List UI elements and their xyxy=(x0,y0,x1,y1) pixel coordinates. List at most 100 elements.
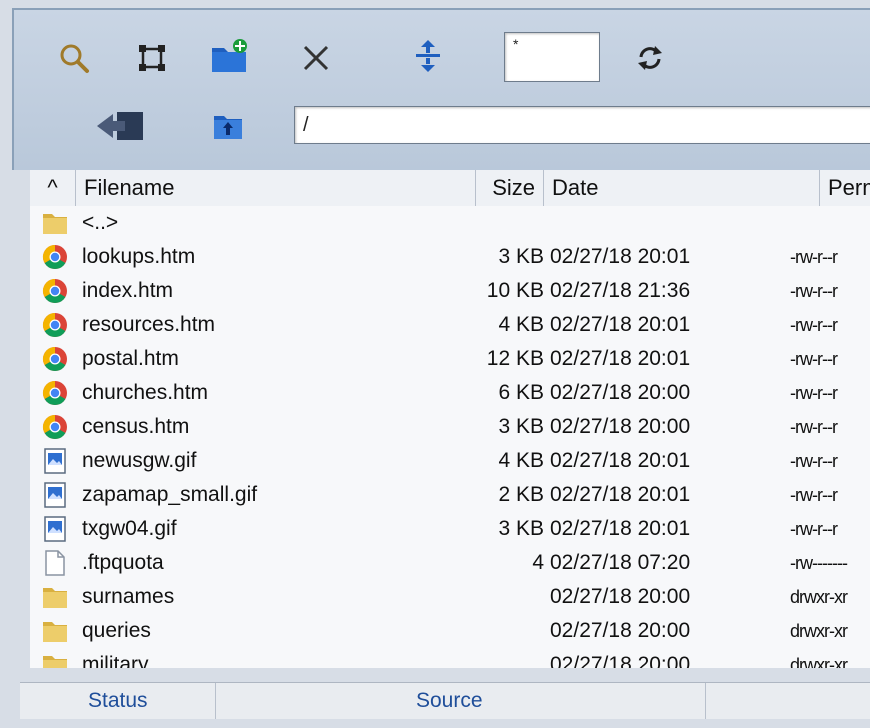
file-name: index.htm xyxy=(82,279,174,302)
file-name: census.htm xyxy=(82,415,190,438)
file-name: churches.htm xyxy=(82,381,209,404)
disconnect-icon xyxy=(97,112,143,140)
file-permissions: -rw-r--r xyxy=(790,451,838,471)
remote-path-input[interactable] xyxy=(294,106,870,144)
column-header-date[interactable]: Date xyxy=(544,170,820,206)
file-row[interactable]: zapamap_small.gif 2 KB 02/27/18 20:01 -rw-r… xyxy=(30,478,870,512)
file-permissions: drwxr-xr xyxy=(790,621,848,641)
refresh-button[interactable] xyxy=(630,38,670,78)
transfer-button[interactable] xyxy=(408,36,448,76)
folder-icon xyxy=(40,580,70,614)
file-size: 3 KB xyxy=(498,245,544,268)
delete-button[interactable] xyxy=(296,38,336,78)
file-size: 4 KB xyxy=(498,449,544,472)
file-permissions: -rw-r--r xyxy=(790,519,838,539)
image-file-icon xyxy=(40,444,70,478)
source-tab[interactable]: Source xyxy=(216,683,706,719)
file-name: lookups.htm xyxy=(82,245,196,268)
file-row[interactable]: <..> xyxy=(30,206,870,240)
file-list[interactable]: <..> lookups.htm 3 KB 02/27/18 20:01 -rw-r--… xyxy=(30,206,870,668)
column-header-size[interactable]: Size xyxy=(476,170,544,206)
file-size xyxy=(430,580,544,614)
chrome-icon xyxy=(40,410,70,444)
file-size: 6 KB xyxy=(498,381,544,404)
file-permissions: -rw-r--r xyxy=(790,315,838,335)
file-size: 4 KB xyxy=(498,313,544,336)
search-button[interactable] xyxy=(54,38,94,78)
image-file-icon xyxy=(40,478,70,512)
file-size xyxy=(430,206,544,240)
file-date: 02/27/18 20:00 xyxy=(550,381,691,404)
file-date: 02/27/18 20:00 xyxy=(550,653,691,668)
file-row[interactable]: churches.htm 6 KB 02/27/18 20:00 -rw-r--r xyxy=(30,376,870,410)
toolbar xyxy=(12,8,870,170)
chrome-icon xyxy=(40,308,70,342)
sort-indicator[interactable]: ^ xyxy=(30,170,76,206)
file-size: 2 KB xyxy=(498,483,544,506)
file-date: 02/27/18 20:01 xyxy=(550,483,691,506)
file-name: surnames xyxy=(82,585,175,608)
file-date: 02/27/18 20:00 xyxy=(550,619,691,642)
file-name: zapamap_small.gif xyxy=(82,483,258,506)
file-date: 02/27/18 20:01 xyxy=(550,517,691,540)
chrome-icon xyxy=(40,342,70,376)
folder-icon xyxy=(40,648,70,668)
chrome-icon xyxy=(40,240,70,274)
file-size xyxy=(430,614,544,648)
file-date: 02/27/18 21:36 xyxy=(550,279,691,302)
file-row[interactable]: census.htm 3 KB 02/27/18 20:00 -rw-r--r xyxy=(30,410,870,444)
parent-folder-icon xyxy=(214,116,242,139)
file-row[interactable]: lookups.htm 3 KB 02/27/18 20:01 -rw-r--r xyxy=(30,240,870,274)
file-name: queries xyxy=(82,619,151,642)
folder-icon xyxy=(40,614,70,648)
select-frame-button[interactable] xyxy=(132,38,172,78)
file-size: 3 KB xyxy=(498,415,544,438)
file-permissions xyxy=(790,206,870,240)
status-tab[interactable]: Status xyxy=(20,683,216,719)
file-name: .ftpquota xyxy=(82,551,164,574)
file-permissions: -rw-r--r xyxy=(790,281,838,301)
file-name: txgw04.gif xyxy=(82,517,177,540)
file-date: 02/27/18 20:00 xyxy=(550,415,691,438)
file-name: newusgw.gif xyxy=(82,449,197,472)
new-folder-icon xyxy=(212,39,247,72)
column-header-permissions[interactable]: Perm xyxy=(820,170,870,206)
file-filter-input[interactable] xyxy=(504,32,600,82)
disconnect-button[interactable] xyxy=(94,106,150,146)
file-row[interactable]: postal.htm 12 KB 02/27/18 20:01 -rw-r--r xyxy=(30,342,870,376)
chrome-icon xyxy=(40,376,70,410)
folder-icon xyxy=(40,206,70,240)
search-icon xyxy=(60,44,89,73)
file-row[interactable]: index.htm 10 KB 02/27/18 21:36 -rw-r--r xyxy=(30,274,870,308)
file-date: 02/27/18 07:20 xyxy=(550,551,691,574)
file-name: resources.htm xyxy=(82,313,216,336)
file-name: postal.htm xyxy=(82,347,179,370)
file-date: 02/27/18 20:00 xyxy=(550,585,691,608)
file-row[interactable]: newusgw.gif 4 KB 02/27/18 20:01 -rw-r--r xyxy=(30,444,870,478)
file-row[interactable]: txgw04.gif 3 KB 02/27/18 20:01 -rw-r--r xyxy=(30,512,870,546)
file-size xyxy=(430,648,544,668)
file-permissions: drwxr-xr xyxy=(790,587,848,607)
file-permissions: -rw-r--r xyxy=(790,485,838,505)
column-header-filename[interactable]: Filename xyxy=(76,170,476,206)
file-row[interactable]: .ftpquota 4 02/27/18 07:20 -rw------- xyxy=(30,546,870,580)
status-bar: Status Source xyxy=(20,682,870,719)
file-row[interactable]: surnames 02/27/18 20:00 drwxr-xr xyxy=(30,580,870,614)
ftp-client-window: ^ Filename Size Date Perm <..> lookups.ht… xyxy=(0,0,870,728)
file-name: military xyxy=(82,653,149,668)
select-frame-icon xyxy=(139,45,165,71)
file-permissions: drwxr-xr xyxy=(790,655,848,668)
file-row[interactable]: military 02/27/18 20:00 drwxr-xr xyxy=(30,648,870,668)
file-row[interactable]: resources.htm 4 KB 02/27/18 20:01 -rw-r--r xyxy=(30,308,870,342)
transfer-icon xyxy=(416,40,440,72)
file-date: 02/27/18 20:01 xyxy=(550,449,691,472)
chrome-icon xyxy=(40,274,70,308)
file-row[interactable]: queries 02/27/18 20:00 drwxr-xr xyxy=(30,614,870,648)
new-folder-button[interactable] xyxy=(210,36,250,76)
file-size: 3 KB xyxy=(498,517,544,540)
delete-icon xyxy=(303,45,329,71)
image-file-icon xyxy=(40,512,70,546)
blank-file-icon xyxy=(40,546,70,580)
file-size: 12 KB xyxy=(486,347,544,370)
parent-folder-button[interactable] xyxy=(208,106,248,146)
